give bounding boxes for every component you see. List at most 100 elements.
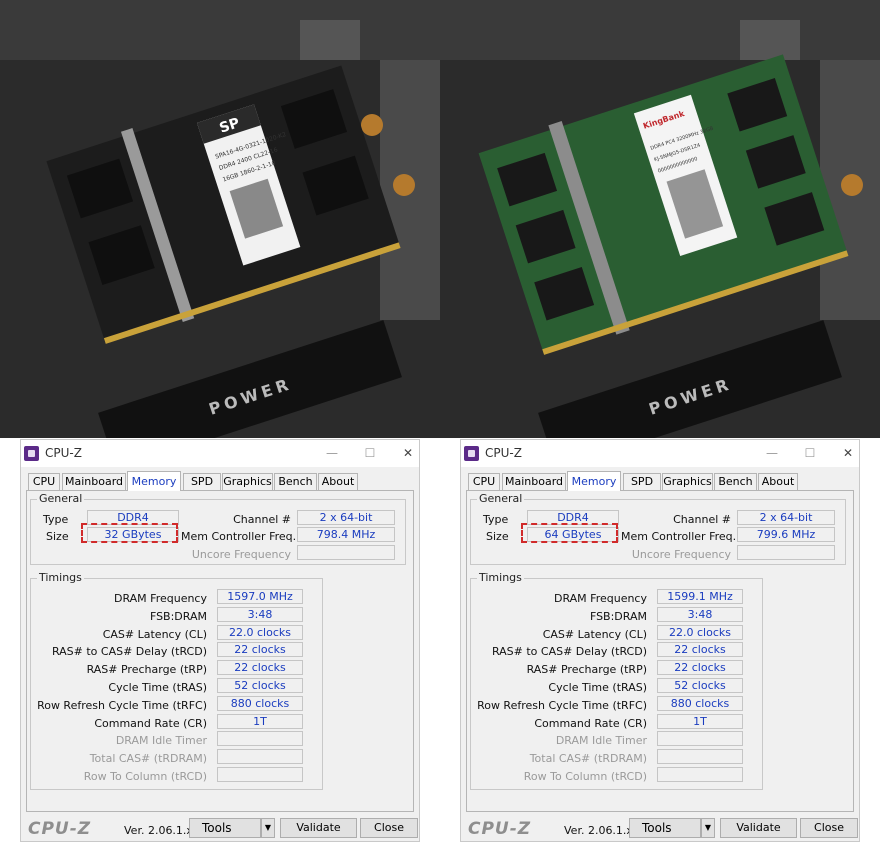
timing-value: 1T (217, 714, 303, 729)
size-label: Size (46, 530, 69, 543)
minimize-button[interactable]: — (321, 444, 343, 462)
mem-controller-freq-value: 798.4 MHz (297, 527, 395, 542)
timing-value (217, 731, 303, 746)
timings-group: Timings DRAM Frequency 1599.1 MHz FSB:DRAM… (470, 571, 763, 790)
size-label: Size (486, 530, 509, 543)
mem-controller-freq-label: Mem Controller Freq. (621, 530, 737, 543)
memory-tab-panel: General Type DDR4 Size 32 GBytes Channel… (26, 490, 414, 812)
board-component (300, 20, 360, 60)
tools-dropdown-arrow[interactable]: ▼ (261, 818, 275, 838)
timing-label: Row Refresh Cycle Time (tRFC) (477, 699, 647, 712)
timing-value (657, 731, 743, 746)
footer-bar: CPU-Z Ver. 2.06.1.x64 Tools ▼ Validate C… (461, 814, 859, 842)
channel-value: 2 x 64-bit (297, 510, 395, 525)
timing-label: FSB:DRAM (149, 610, 207, 623)
uncore-frequency-value (297, 545, 395, 560)
cpuz-logo: CPU-Z (28, 819, 92, 839)
uncore-frequency-label: Uncore Frequency (191, 548, 291, 561)
ram-photo-right: KingBank DDR4 PC4 3200MHz 32GB KJ-SNMJG5… (440, 0, 880, 438)
timing-label: RAS# to CAS# Delay (tRCD) (51, 645, 207, 658)
memory-tab-panel: General Type DDR4 Size 64 GBytes Channel… (466, 490, 854, 812)
channel-value: 2 x 64-bit (737, 510, 835, 525)
tools-button[interactable]: Tools (189, 818, 261, 838)
tools-dropdown-arrow[interactable]: ▼ (701, 818, 715, 838)
timing-label: FSB:DRAM (589, 610, 647, 623)
timing-label: Cycle Time (tRAS) (548, 681, 647, 694)
uncore-frequency-label: Uncore Frequency (631, 548, 731, 561)
tab-spd[interactable]: SPD (183, 473, 221, 490)
tab-cpu[interactable]: CPU (468, 473, 500, 490)
type-label: Type (43, 513, 69, 526)
cpuz-app-icon (464, 446, 479, 461)
timing-value: 880 clocks (217, 696, 303, 711)
tab-memory[interactable]: Memory (127, 471, 181, 491)
general-group: General Type DDR4 Size 64 GBytes Channel… (470, 492, 846, 565)
tab-graphics[interactable]: Graphics (662, 473, 713, 490)
title-bar: CPU-Z — ☐ ✕ (21, 440, 419, 467)
timing-value (217, 767, 303, 782)
timing-value (217, 749, 303, 764)
minimize-button[interactable]: — (761, 444, 783, 462)
tab-about[interactable]: About (758, 473, 798, 490)
timing-value: 22 clocks (657, 642, 743, 657)
close-window-button[interactable]: ✕ (397, 444, 419, 462)
cpuz-app-icon (24, 446, 39, 461)
timing-label: RAS# to CAS# Delay (tRCD) (491, 645, 647, 658)
timing-value: 880 clocks (657, 696, 743, 711)
timing-value: 1599.1 MHz (657, 589, 743, 604)
general-group-title: General (37, 492, 85, 505)
general-group-title: General (477, 492, 525, 505)
tab-cpu[interactable]: CPU (28, 473, 60, 490)
tab-memory[interactable]: Memory (567, 471, 621, 491)
cpuz-window-left: CPU-Z — ☐ ✕ CPU Mainboard Memory SPD Gra… (20, 439, 420, 842)
timing-label: DRAM Frequency (113, 592, 207, 605)
size-highlight-box (81, 523, 178, 543)
tab-mainboard[interactable]: Mainboard (62, 473, 126, 490)
board-top-area (0, 0, 440, 60)
timings-group-title: Timings (37, 571, 84, 584)
close-window-button[interactable]: ✕ (837, 444, 859, 462)
timing-label: Row Refresh Cycle Time (tRFC) (37, 699, 207, 712)
tab-mainboard[interactable]: Mainboard (502, 473, 566, 490)
cpuz-logo: CPU-Z (468, 819, 532, 839)
timings-group-title: Timings (477, 571, 524, 584)
close-button[interactable]: Close (360, 818, 418, 838)
timing-label: Cycle Time (tRAS) (108, 681, 207, 694)
timing-label: Command Rate (CR) (534, 717, 647, 730)
window-title: CPU-Z (45, 446, 82, 460)
timing-label: RAS# Precharge (tRP) (526, 663, 647, 676)
timing-value: 52 clocks (657, 678, 743, 693)
maximize-button[interactable]: ☐ (359, 444, 381, 462)
tools-button[interactable]: Tools (629, 818, 701, 838)
title-bar: CPU-Z — ☐ ✕ (461, 440, 859, 467)
ram-photo-left: SP SPA16-4G-0321-1020-K2 DDR4 2400 CL22-… (0, 0, 440, 438)
timing-value: 3:48 (657, 607, 743, 622)
timing-value (657, 767, 743, 782)
tab-graphics[interactable]: Graphics (222, 473, 273, 490)
tab-bench[interactable]: Bench (714, 473, 757, 490)
tab-about[interactable]: About (318, 473, 358, 490)
validate-button[interactable]: Validate (720, 818, 797, 838)
timing-value: 1597.0 MHz (217, 589, 303, 604)
timing-label: Total CAS# (tRDRAM) (89, 752, 207, 765)
maximize-button[interactable]: ☐ (799, 444, 821, 462)
board-top-area (440, 0, 880, 60)
timing-value: 22.0 clocks (657, 625, 743, 640)
cpuz-window-right: CPU-Z — ☐ ✕ CPU Mainboard Memory SPD Gra… (460, 439, 860, 842)
timing-label: Total CAS# (tRDRAM) (529, 752, 647, 765)
validate-button[interactable]: Validate (280, 818, 357, 838)
timing-value: 22.0 clocks (217, 625, 303, 640)
board-component (740, 20, 800, 60)
uncore-frequency-value (737, 545, 835, 560)
timing-label: DRAM Idle Timer (555, 734, 647, 747)
timing-label: DRAM Idle Timer (115, 734, 207, 747)
board-capacitor (393, 174, 415, 196)
tab-spd[interactable]: SPD (623, 473, 661, 490)
close-button[interactable]: Close (800, 818, 858, 838)
timing-label: Row To Column (tRCD) (523, 770, 647, 783)
timing-label: Row To Column (tRCD) (83, 770, 207, 783)
size-highlight-box (521, 523, 618, 543)
tab-bench[interactable]: Bench (274, 473, 317, 490)
channel-label: Channel # (233, 513, 291, 526)
channel-label: Channel # (673, 513, 731, 526)
